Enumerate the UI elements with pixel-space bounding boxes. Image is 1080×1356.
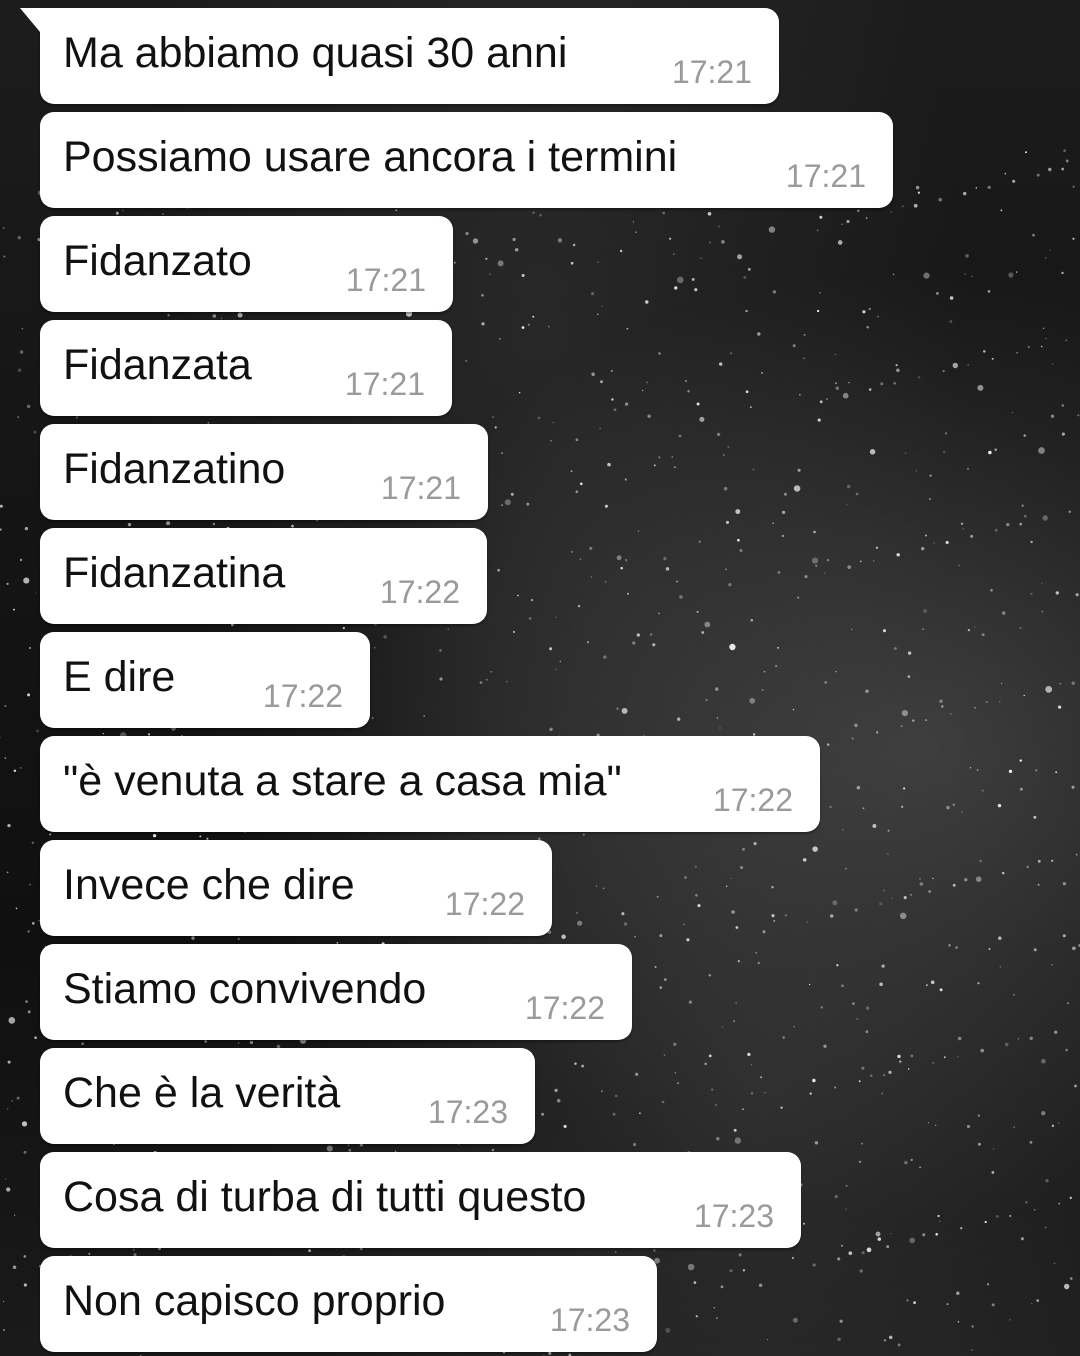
message-bubble[interactable]: Fidanzatina 17:22	[40, 528, 487, 624]
message-time: 17:21	[345, 262, 426, 298]
message-text: Possiamo usare ancora i termini	[63, 133, 678, 181]
message-text: "è venuta a stare a casa mia"	[63, 757, 622, 805]
message-text: Ma abbiamo quasi 30 anni	[63, 29, 568, 77]
message-time: 17:21	[671, 54, 752, 90]
message-time: 17:22	[379, 574, 460, 610]
message-bubble[interactable]: Ma abbiamo quasi 30 anni 17:21	[20, 8, 779, 104]
message-time: 17:23	[693, 1198, 774, 1234]
message-bubble[interactable]: Non capisco proprio 17:23	[40, 1256, 657, 1352]
message-bubble[interactable]: Stiamo convivendo 17:22	[40, 944, 632, 1040]
message-bubble[interactable]: E dire 17:22	[40, 632, 370, 728]
message-time: 17:22	[444, 886, 525, 922]
message-time: 17:23	[427, 1094, 508, 1130]
message-time: 17:21	[785, 158, 866, 194]
message-text: E dire	[63, 653, 176, 701]
message-bubble[interactable]: Fidanzata 17:21	[40, 320, 452, 416]
message-bubble[interactable]: Che è la verità 17:23	[40, 1048, 535, 1144]
message-text: Stiamo convivendo	[63, 965, 427, 1013]
message-text: Fidanzato	[63, 237, 252, 285]
message-time: 17:22	[262, 678, 343, 714]
message-bubble[interactable]: Fidanzatino 17:21	[40, 424, 488, 520]
message-text: Cosa di turba di tutti questo	[63, 1173, 587, 1221]
message-bubble[interactable]: Fidanzato 17:21	[40, 216, 453, 312]
message-text: Fidanzatino	[63, 445, 286, 493]
message-time: 17:23	[549, 1302, 630, 1338]
message-bubble[interactable]: "è venuta a stare a casa mia" 17:22	[40, 736, 820, 832]
message-time: 17:21	[344, 366, 425, 402]
message-bubble[interactable]: Invece che dire 17:22	[40, 840, 552, 936]
message-text: Fidanzata	[63, 341, 252, 389]
message-text: Non capisco proprio	[63, 1277, 446, 1325]
message-time: 17:22	[712, 782, 793, 818]
message-text: Invece che dire	[63, 861, 355, 909]
message-text: Che è la verità	[63, 1069, 341, 1117]
message-time: 17:22	[524, 990, 605, 1026]
message-text: Fidanzatina	[63, 549, 286, 597]
message-bubble[interactable]: Cosa di turba di tutti questo 17:23	[40, 1152, 801, 1248]
message-list[interactable]: Ma abbiamo quasi 30 anni 17:21 Possiamo …	[0, 0, 1080, 1356]
message-bubble[interactable]: Possiamo usare ancora i termini 17:21	[40, 112, 893, 208]
message-time: 17:21	[380, 470, 461, 506]
